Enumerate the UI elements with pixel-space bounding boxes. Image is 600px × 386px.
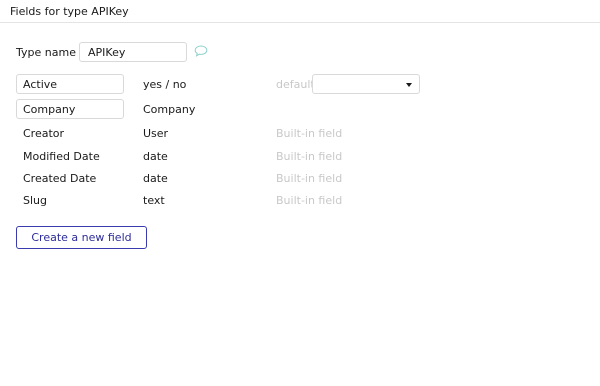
fields-panel: Fields for type APIKey Type name yes / n…: [0, 0, 600, 386]
field-type-active: yes / no: [143, 78, 187, 91]
field-type-company: Company: [143, 103, 196, 116]
create-new-field-button[interactable]: Create a new field: [16, 226, 147, 249]
field-type-created-date: date: [143, 172, 168, 185]
builtin-note-modified-date: Built-in field: [276, 150, 343, 163]
field-type-creator: User: [143, 127, 169, 140]
default-value-select[interactable]: [312, 74, 420, 94]
field-name-creator: Creator: [23, 127, 65, 140]
default-label: default: [276, 78, 315, 91]
field-type-slug: text: [143, 194, 165, 207]
builtin-note-created-date: Built-in field: [276, 172, 343, 185]
field-name-input-company[interactable]: [16, 99, 124, 119]
type-name-label: Type name: [16, 46, 76, 59]
chevron-down-icon: [406, 83, 412, 87]
type-name-input[interactable]: [79, 42, 187, 62]
field-name-slug: Slug: [23, 194, 47, 207]
title-divider: [0, 22, 600, 23]
field-name-created-date: Created Date: [23, 172, 97, 185]
builtin-note-slug: Built-in field: [276, 194, 343, 207]
field-type-modified-date: date: [143, 150, 168, 163]
speech-bubble-icon[interactable]: [194, 45, 208, 57]
builtin-note-creator: Built-in field: [276, 127, 343, 140]
field-name-modified-date: Modified Date: [23, 150, 100, 163]
field-name-input-active[interactable]: [16, 74, 124, 94]
panel-title: Fields for type APIKey: [10, 5, 129, 18]
